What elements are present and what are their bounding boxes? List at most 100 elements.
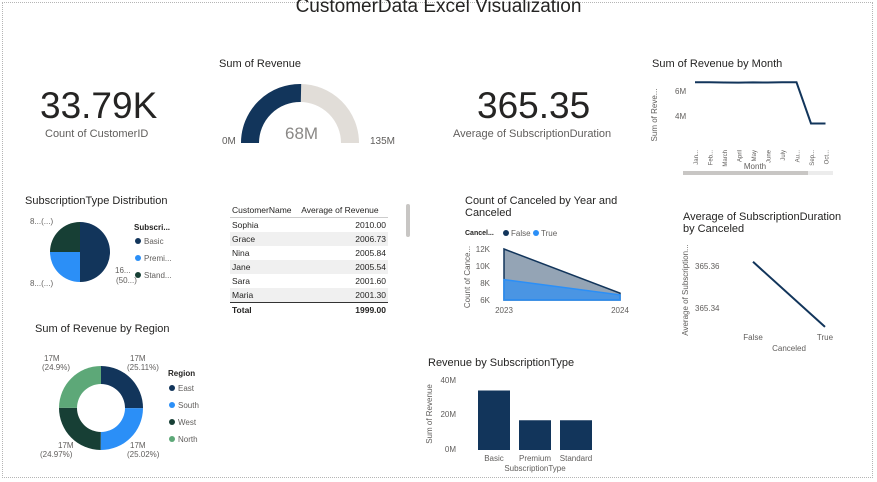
table-row[interactable]: Grace 2006.73 — [230, 232, 388, 246]
col-header-name[interactable]: CustomerName — [230, 203, 300, 218]
kpi-duration-value: 365.35 — [477, 85, 591, 126]
legend-true: True — [541, 229, 558, 238]
donut-label-south: 17M — [130, 441, 146, 450]
pie-label-top: 8...(...) — [30, 217, 53, 226]
subscription-bar-chart[interactable]: Sum of Revenue 40M 20M 0M Basic Premium … — [422, 372, 612, 476]
region-legend-title: Region — [168, 369, 195, 378]
donut-label-east: 17M — [130, 354, 146, 363]
gauge-min: 0M — [222, 136, 236, 147]
legend-premium: Premi... — [144, 254, 172, 263]
donut-label-west-pct: (24.97%) — [40, 450, 73, 459]
bar-ytick: 20M — [440, 410, 456, 419]
cell-name: Grace — [230, 232, 300, 246]
pie-label-bottom: 8...(...) — [30, 279, 53, 288]
legend-dot-standard — [135, 272, 141, 278]
month-xtick: Sep... — [810, 150, 816, 166]
month-xtick: July — [781, 150, 787, 161]
area-xtick-2024: 2024 — [611, 306, 629, 315]
legend-dot-east — [169, 385, 175, 391]
region-donut-chart[interactable]: 17M (24.9%) 17M (25.11%) 17M (24.97%) 17… — [30, 345, 220, 465]
month-xtick: April — [738, 150, 744, 162]
month-xlabel: Month — [744, 162, 766, 171]
cell-revenue: 2001.60 — [355, 276, 386, 286]
area-ytick: 12K — [476, 245, 491, 254]
month-xtick: Au... — [796, 150, 802, 163]
cancel-xlabel: Canceled — [772, 344, 806, 353]
cell-revenue: 2006.73 — [299, 232, 388, 246]
donut-label-north: 17M — [44, 354, 60, 363]
gauge-max: 135M — [370, 136, 396, 147]
month-scrollbar-thumb[interactable] — [683, 171, 808, 175]
pie-label-right: 16... — [115, 266, 131, 275]
month-xtick: Feb... — [709, 150, 715, 166]
cancel-ytick: 365.36 — [695, 262, 720, 271]
table-scrollbar[interactable] — [406, 204, 410, 237]
customer-table[interactable]: CustomerName Average of Revenue Sophia 20… — [230, 203, 388, 317]
donut-label-east-pct: (25.11%) — [127, 363, 159, 372]
legend-dot-west — [169, 419, 175, 425]
region-donut-title: Sum of Revenue by Region — [35, 323, 170, 335]
canceled-area-chart[interactable]: Cancel... False True Count of Cance... 1… — [460, 225, 635, 317]
cell-revenue: 2001.30 — [299, 288, 388, 303]
month-xtick: Oct... — [825, 150, 831, 165]
legend-dot-south — [169, 402, 175, 408]
cancel-line-title: Average of SubscriptionDuration by Cance… — [683, 211, 842, 235]
kpi-count-value: 33.79K — [40, 85, 158, 126]
legend-west: West — [178, 418, 197, 427]
legend-dot-true — [533, 230, 539, 236]
table-row[interactable]: Sara 2001.60 — [230, 274, 388, 288]
bar-chart-title: Revenue by SubscriptionType — [428, 357, 575, 369]
table-header-row: CustomerName Average of Revenue — [230, 203, 388, 218]
cell-revenue: 2005.84 — [355, 248, 386, 258]
sub-legend-title: Subscri... — [134, 223, 170, 232]
area-ylabel: Count of Cance... — [463, 246, 472, 308]
legend-north: North — [178, 435, 198, 444]
donut-label-south-pct: (25.02%) — [127, 450, 160, 459]
area-ytick: 6K — [480, 296, 490, 305]
month-series-line — [695, 81, 826, 125]
cell-revenue: 2005.54 — [299, 260, 388, 274]
month-xtick: June — [767, 149, 773, 163]
subscription-pie[interactable]: 8...(...) 16... (50...) 8...(...) Subscr… — [20, 210, 180, 295]
legend-dot-basic — [135, 238, 141, 244]
donut-label-north-pct: (24.9%) — [42, 363, 70, 372]
pie-slice-premium — [50, 252, 80, 282]
month-xtick: Jan... — [694, 150, 700, 165]
cancel-ylabel: Average of Subscription... — [681, 245, 690, 336]
pie-slice-standard — [50, 222, 80, 252]
legend-dot-false — [503, 230, 509, 236]
report-title: CustomerData Excel Visualization — [295, 0, 582, 17]
table-row[interactable]: Maria 2001.30 — [230, 288, 388, 303]
cell-name: Maria — [230, 288, 300, 303]
cancel-ytick: 365.34 — [695, 304, 720, 313]
donut-hole — [77, 384, 125, 432]
legend-dot-north — [169, 436, 175, 442]
canceled-line-chart[interactable]: Average of Subscription... 365.36 365.34… — [678, 245, 858, 355]
bar-xtick-premium: Premium — [519, 454, 551, 463]
bar-premium — [519, 420, 551, 450]
table-row[interactable]: Sophia 2010.00 — [230, 218, 388, 233]
gauge-value: 68M — [285, 124, 319, 143]
cancel-xtick-true: True — [817, 333, 834, 342]
pie-label-right2: (50...) — [116, 276, 137, 285]
total-value: 1999.00 — [299, 302, 388, 317]
kpi-count-label: Count of CustomerID — [45, 128, 149, 140]
area-legend-title: Cancel... — [465, 230, 494, 237]
table-row[interactable]: Nina 2005.84 — [230, 246, 388, 260]
bar-xtick-standard: Standard — [560, 454, 592, 463]
legend-standard: Stand... — [144, 271, 172, 280]
month-line-chart[interactable]: Sum of Reve... 6M 4M Jan... Feb... March Ap… — [645, 75, 845, 180]
month-ylabel: Sum of Reve... — [650, 89, 659, 142]
legend-basic: Basic — [144, 237, 164, 246]
total-label: Total — [230, 302, 300, 317]
table-row[interactable]: Jane 2005.54 — [230, 260, 388, 274]
bar-xtick-basic: Basic — [484, 454, 504, 463]
bar-basic — [478, 390, 510, 450]
cell-name: Jane — [230, 260, 300, 274]
cell-revenue: 2010.00 — [355, 220, 386, 230]
col-header-revenue[interactable]: Average of Revenue — [299, 203, 388, 218]
month-ytick-4m: 4M — [675, 112, 686, 121]
sub-pie-title: SubscriptionType Distribution — [25, 195, 168, 207]
legend-false: False — [511, 229, 531, 238]
cell-name: Nina — [232, 248, 250, 258]
